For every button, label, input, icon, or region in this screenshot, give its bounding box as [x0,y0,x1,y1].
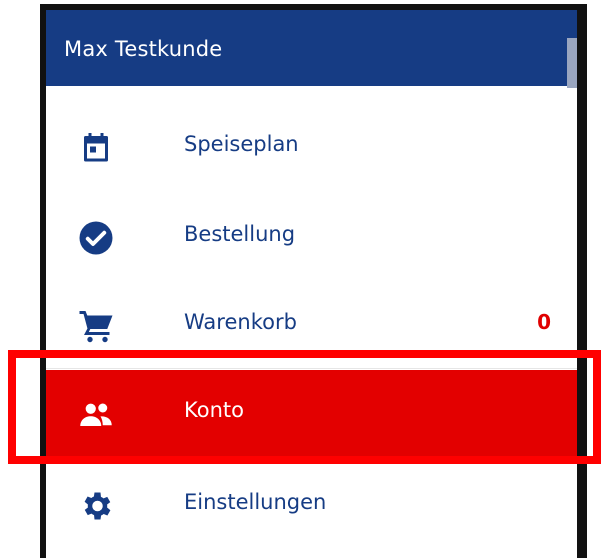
calendar-icon [84,133,108,162]
menu-item-label: Warenkorb [184,310,297,334]
menu-item-label: Speiseplan [184,132,299,156]
menu-item-label: Bestellung [184,222,296,246]
menu-item-warenkorb[interactable]: Warenkorb 0 [46,282,577,370]
cart-icon [79,311,113,343]
people-icon [80,403,112,426]
drawer-header: Max Testkunde [46,10,577,88]
user-name: Max Testkunde [64,37,223,61]
menu-item-konto[interactable]: Konto [46,370,577,458]
header-scroll-edge [567,38,577,88]
menu-item-bestellung[interactable]: Bestellung [46,194,577,282]
check-circle-icon [79,221,113,255]
menu-item-label: Konto [184,398,244,422]
menu-item-einstellungen[interactable]: Einstellungen [46,462,577,550]
menu-item-label: Einstellungen [184,490,327,514]
navigation-drawer: Max Testkunde Speiseplan Bestellung Ware… [46,10,577,558]
divider [46,368,577,369]
gear-icon [84,492,111,520]
cart-count-badge: 0 [537,310,551,334]
menu-item-speiseplan[interactable]: Speiseplan [46,104,577,192]
